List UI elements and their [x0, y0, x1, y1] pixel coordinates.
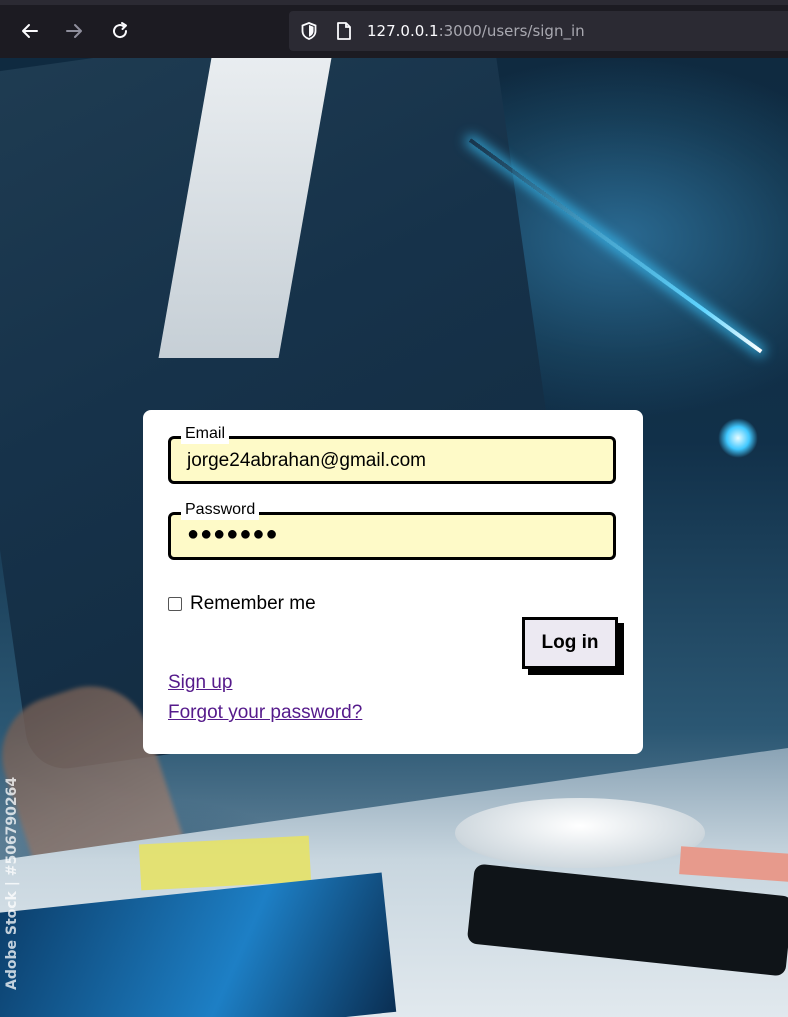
forgot-password-link[interactable]: Forgot your password?	[168, 702, 362, 724]
remember-label: Remember me	[190, 593, 316, 614]
url-path: :3000/users/sign_in	[438, 22, 585, 40]
address-bar[interactable]: 127.0.0.1:3000/users/sign_in	[289, 11, 788, 51]
password-value[interactable]: ●●●●●●●	[187, 523, 279, 546]
page-icon[interactable]	[335, 21, 353, 41]
login-button[interactable]: Log in	[522, 617, 618, 669]
reload-button[interactable]	[104, 15, 136, 47]
reload-icon	[113, 22, 128, 39]
shield-icon[interactable]	[299, 21, 319, 41]
sign-up-link[interactable]: Sign up	[168, 672, 232, 694]
forward-button[interactable]	[58, 15, 90, 47]
login-form: Email jorge24abrahan@gmail.com Password …	[143, 410, 643, 754]
browser-toolbar: 127.0.0.1:3000/users/sign_in	[0, 0, 788, 58]
password-label: Password	[181, 500, 260, 520]
email-label: Email	[181, 424, 230, 444]
email-field[interactable]: Email jorge24abrahan@gmail.com	[168, 424, 616, 484]
email-value[interactable]: jorge24abrahan@gmail.com	[187, 450, 426, 472]
url-text[interactable]: 127.0.0.1:3000/users/sign_in	[367, 22, 585, 40]
remember-me[interactable]: Remember me	[168, 593, 316, 615]
light-glow	[718, 418, 758, 458]
arrow-left-icon	[22, 24, 38, 38]
url-host: 127.0.0.1	[367, 22, 439, 40]
back-button[interactable]	[14, 15, 46, 47]
password-field[interactable]: Password ●●●●●●●	[168, 500, 616, 560]
background-mouse	[455, 798, 705, 868]
stock-watermark: Adobe Stock | #506790264	[4, 776, 20, 990]
remember-checkbox[interactable]	[168, 597, 182, 611]
arrow-right-icon	[66, 24, 82, 38]
